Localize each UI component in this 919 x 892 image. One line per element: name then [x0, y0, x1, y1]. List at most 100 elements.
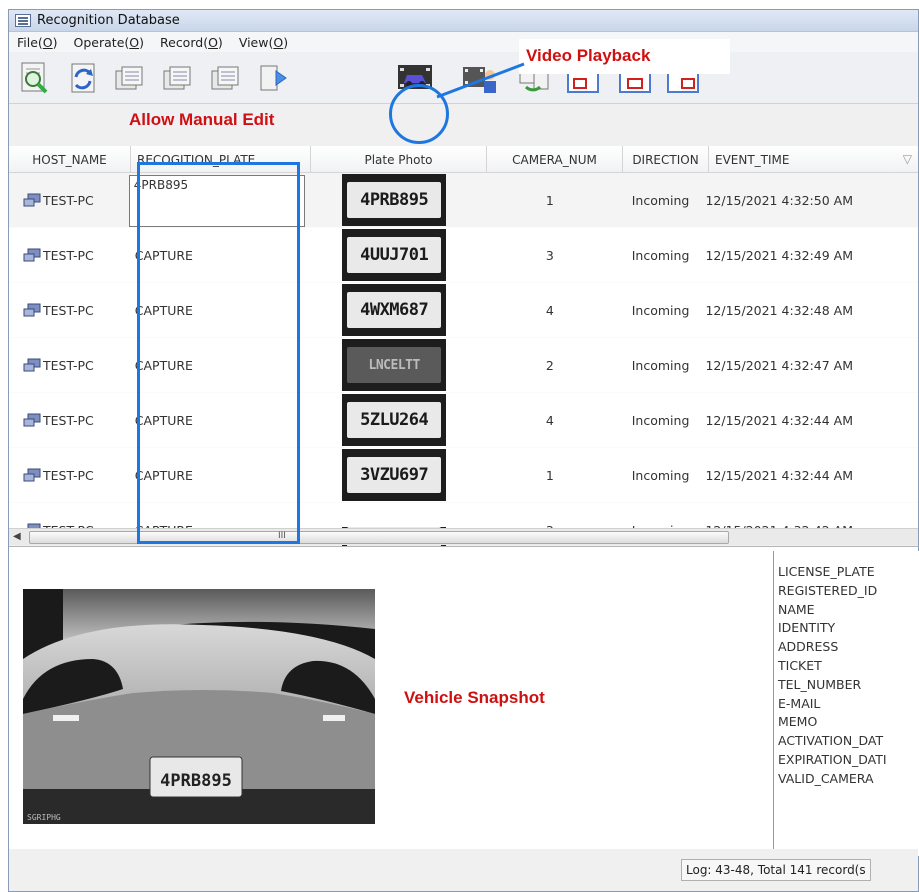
refresh-button[interactable]: [63, 58, 103, 98]
annotation-manual-edit: Allow Manual Edit: [127, 110, 277, 130]
annotation-vehicle-snapshot: Vehicle Snapshot: [404, 688, 545, 707]
plate-photo-text: LNCELTT: [347, 347, 442, 383]
status-record-count: Log: 43-48, Total 141 record(s: [681, 859, 871, 881]
column-header-event-time[interactable]: EVENT_TIME ▽: [709, 146, 918, 173]
plate-photo-image: 3VZU697: [342, 449, 447, 501]
host-name-text: TEST-PC: [43, 302, 94, 318]
export-button[interactable]: [255, 58, 295, 98]
records-button-1[interactable]: [111, 58, 151, 98]
column-header-camera-num[interactable]: CAMERA_NUM: [487, 146, 623, 173]
info-field-label: NAME: [778, 601, 815, 617]
cell-camera-num: 3: [545, 247, 554, 263]
snapshot-plate-text: 4PRB895: [160, 771, 232, 791]
film-person-button[interactable]: [461, 58, 501, 98]
cell-direction: Incoming: [631, 247, 690, 263]
cell-direction: Incoming: [631, 412, 690, 428]
cell-plate-photo: 4WXM687: [306, 283, 482, 337]
cell-host-name: TEST-PC: [9, 393, 125, 447]
annotation-video-playback: Video Playback: [526, 46, 651, 65]
cell-event-time: 12/15/2021 4:32:50 AM: [705, 192, 853, 208]
cell-host-name: TEST-PC: [9, 173, 125, 227]
info-field-label: IDENTITY: [778, 620, 836, 636]
cell-plate-photo: 4UUJ701: [306, 228, 482, 282]
database-app-icon: [15, 14, 31, 27]
cell-plate-photo: LNCELTT: [306, 338, 482, 392]
info-field-label: REGISTERED_ID: [778, 582, 878, 598]
menu-operate[interactable]: Operate(O): [74, 35, 144, 50]
plate-photo-text: 4UUJ701: [347, 237, 442, 273]
sort-icon: ▽: [902, 152, 912, 166]
vehicle-snapshot-image: 4PRB895 SGRIPHG: [23, 589, 375, 824]
plate-photo-image: 4UUJ701: [342, 229, 447, 281]
cell-direction: Incoming: [631, 357, 690, 373]
cell-host-name: TEST-PC: [9, 338, 125, 392]
menu-bar: File(O) Operate(O) Record(O) View(O): [9, 32, 918, 52]
plate-photo-image: LNCELTT: [342, 339, 447, 391]
search-records-button[interactable]: [15, 58, 55, 98]
cell-event-time: 12/15/2021 4:32:44 AM: [705, 412, 854, 428]
scrollbar-thumb[interactable]: III: [29, 531, 729, 544]
cell-event-time: 12/15/2021 4:32:47 AM: [705, 357, 854, 373]
plate-photo-text: 4PRB895: [347, 182, 442, 218]
info-field-label: TEL_NUMBER: [778, 676, 862, 692]
cell-camera-num: 1: [545, 192, 554, 208]
window-title: Recognition Database: [37, 13, 180, 28]
host-name-text: TEST-PC: [43, 357, 94, 373]
computer-icon: [23, 358, 41, 372]
records-button-2[interactable]: [159, 58, 199, 98]
cell-host-name: TEST-PC: [9, 283, 125, 337]
info-field-label: LICENSE_PLATE: [778, 564, 875, 579]
cell-camera-num: 2: [545, 357, 554, 373]
cell-event-time: 12/15/2021 4:32:49 AM: [705, 247, 854, 263]
plate-photo-image: 5ZLU264: [342, 394, 447, 446]
menu-view[interactable]: View(O): [239, 35, 288, 50]
status-bar: Log: 43-48, Total 141 record(s: [9, 849, 918, 883]
menu-file[interactable]: File(O): [17, 35, 58, 50]
column-header-host-name[interactable]: HOST_NAME: [9, 146, 131, 173]
plate-photo-text: 4WXM687: [347, 292, 442, 328]
video-playback-highlight-circle: [389, 84, 449, 144]
documents-icon: [163, 66, 191, 90]
film-person-icon: [463, 67, 496, 93]
records-button-3[interactable]: [207, 58, 247, 98]
cell-event-time: 12/15/2021 4:32:44 AM: [705, 467, 854, 483]
refresh-icon: [71, 63, 95, 93]
computer-icon: [23, 413, 41, 427]
search-records-icon: [21, 62, 48, 94]
column-header-direction[interactable]: DIRECTION: [623, 146, 709, 173]
info-field-label: TICKET: [778, 657, 822, 673]
computer-icon: [23, 248, 41, 262]
host-name-text: TEST-PC: [43, 247, 94, 263]
column-header-plate-photo[interactable]: Plate Photo: [311, 146, 487, 173]
host-name-text: TEST-PC: [43, 467, 94, 483]
host-name-text: TEST-PC: [43, 412, 94, 428]
cell-host-name: TEST-PC: [9, 228, 125, 282]
info-field-label: VALID_CAMERA: [778, 770, 874, 786]
cell-camera-num: 4: [545, 302, 554, 318]
menu-record[interactable]: Record(O): [160, 35, 223, 50]
snapshot-stamp-text: SGRIPHG: [27, 813, 61, 822]
manual-edit-highlight-box: [137, 162, 300, 544]
cell-plate-photo: 3VZU697: [306, 448, 482, 502]
computer-icon: [23, 193, 41, 207]
plate-photo-text: 5ZLU264: [347, 402, 442, 438]
cell-plate-photo: 5ZLU264: [306, 393, 482, 447]
cell-direction: Incoming: [631, 192, 690, 208]
title-bar: Recognition Database: [9, 10, 918, 32]
plate-photo-text: 3VZU697: [347, 457, 442, 493]
documents-icon: [115, 66, 143, 90]
info-field-label: ADDRESS: [778, 639, 839, 655]
toolbar: [9, 52, 918, 104]
plate-photo-image: 4PRB895: [342, 174, 447, 226]
documents-icon: [211, 66, 239, 90]
cell-camera-num: 1: [545, 467, 554, 483]
cell-host-name: TEST-PC: [9, 448, 125, 502]
registration-fields-list: LICENSE_PLATE REGISTERED_ID NAME IDENTITY AD…: [773, 551, 919, 856]
cell-camera-num: 4: [545, 412, 554, 428]
column-header-event-time-label: EVENT_TIME: [715, 152, 790, 167]
cell-event-time: 12/15/2021 4:32:48 AM: [705, 302, 854, 318]
scroll-left-arrow-icon[interactable]: ◀: [13, 531, 21, 542]
info-field-label: E-MAIL: [778, 695, 821, 711]
plate-photo-image: 4WXM687: [342, 284, 447, 336]
export-icon: [260, 65, 287, 91]
